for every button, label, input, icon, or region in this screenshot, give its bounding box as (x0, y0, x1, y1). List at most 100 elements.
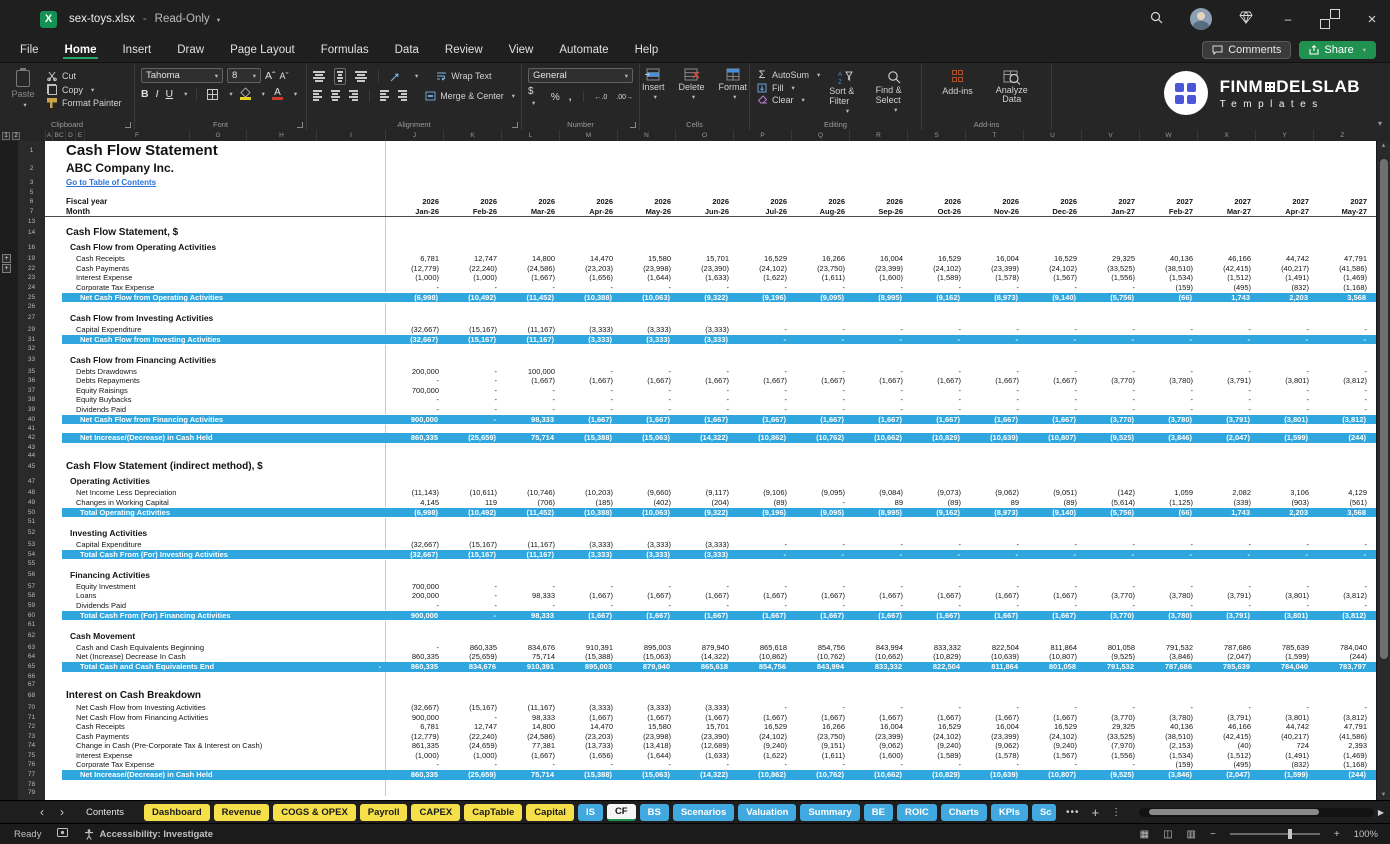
cell[interactable]: - (444, 760, 502, 770)
cell[interactable]: - (1024, 395, 1082, 405)
cell[interactable]: (3,333) (675, 334, 733, 345)
cell[interactable]: - (1140, 582, 1198, 592)
cell[interactable]: (1,589) (908, 273, 966, 283)
cell[interactable]: (561) (1314, 498, 1372, 508)
clear-button[interactable]: Clear ▾ (756, 95, 820, 105)
cell[interactable]: - (1139, 334, 1197, 345)
row-label[interactable]: Corporate Tax Expense (45, 283, 154, 292)
cell[interactable]: (1,667) (734, 591, 792, 601)
cell[interactable]: (1,556) (1082, 751, 1140, 761)
row-label[interactable]: Capital Expenditure (45, 540, 141, 549)
row-label[interactable]: Net Cash Flow from Operating Activities (45, 293, 223, 302)
row-header-72[interactable]: 72 (18, 722, 45, 732)
cell[interactable]: (15,063) (618, 652, 676, 662)
cell[interactable]: (42,415) (1198, 264, 1256, 274)
menu-view[interactable]: View (507, 41, 536, 59)
cell[interactable]: (3,791) (1197, 610, 1255, 621)
cell[interactable]: - (1081, 549, 1139, 560)
cell[interactable]: (15,063) (617, 770, 675, 781)
cell[interactable]: 784,040 (1314, 643, 1372, 653)
cell[interactable]: (9,162) (907, 507, 965, 518)
cell[interactable]: (3,791) (1198, 376, 1256, 386)
row-label[interactable]: Interest on Cash Breakdown (45, 690, 201, 701)
cell[interactable]: (11,167) (501, 549, 559, 560)
cell[interactable]: - (850, 283, 908, 293)
cell[interactable]: (9,073) (908, 488, 966, 498)
cell[interactable]: (3,333) (560, 540, 618, 550)
cell[interactable]: (11,143) (386, 488, 444, 498)
cell[interactable]: 200,000 (386, 367, 444, 377)
cell[interactable]: - (1082, 325, 1140, 335)
row-label[interactable]: Dividends Paid (45, 405, 126, 414)
column-header-Z[interactable]: Z (1313, 130, 1371, 141)
row-label[interactable]: Cash Payments (45, 732, 129, 741)
cell[interactable]: (33,525) (1082, 732, 1140, 742)
menu-insert[interactable]: Insert (120, 41, 153, 59)
cell[interactable]: (1,667) (733, 414, 791, 425)
toc-link[interactable]: Go to Table of Contents (45, 178, 156, 187)
cell[interactable]: - (849, 549, 907, 560)
cell[interactable]: - (792, 540, 850, 550)
cell[interactable]: (1,667) (733, 610, 791, 621)
cell[interactable]: 811,864 (965, 662, 1023, 673)
row-header-43[interactable]: 43 (18, 443, 45, 451)
cell[interactable]: (15,388) (559, 770, 617, 781)
cell[interactable]: - (444, 395, 502, 405)
cell[interactable]: - (850, 582, 908, 592)
row-header-51[interactable]: 51 (18, 518, 45, 526)
cell[interactable]: 89 (966, 498, 1024, 508)
cell[interactable]: (38,510) (1140, 732, 1198, 742)
cell[interactable]: (3,333) (560, 703, 618, 713)
cell[interactable]: - (1140, 395, 1198, 405)
row-header-6[interactable]: 6 (18, 196, 45, 206)
cell[interactable]: 16,529 (1024, 254, 1082, 264)
sheet-tab-payroll[interactable]: Payroll (359, 803, 408, 821)
cell[interactable]: - (1198, 703, 1256, 713)
sheet-tab-summary[interactable]: Summary (800, 803, 860, 821)
row-header-31[interactable]: 31 (18, 334, 45, 345)
cell[interactable]: (1,622) (734, 751, 792, 761)
cell[interactable]: 860,335 (386, 652, 444, 662)
cell[interactable]: 860,335 (444, 643, 502, 653)
cell[interactable]: (3,791) (1198, 713, 1256, 723)
italic-button[interactable]: I (156, 88, 159, 100)
cell[interactable]: - (676, 760, 734, 770)
cell[interactable]: - (1024, 703, 1082, 713)
cell[interactable]: (3,333) (676, 540, 734, 550)
menu-review[interactable]: Review (443, 41, 485, 59)
cell[interactable]: - (1082, 395, 1140, 405)
cell[interactable]: - (676, 582, 734, 592)
cell[interactable]: - (444, 376, 502, 386)
cell[interactable]: (11,167) (502, 703, 560, 713)
cell[interactable]: (3,770) (1082, 591, 1140, 601)
row-label[interactable]: Net Cash Flow from Financing Activities (45, 713, 208, 722)
cell[interactable]: - (850, 760, 908, 770)
cell[interactable]: (3,333) (676, 703, 734, 713)
cell[interactable]: (3,846) (1139, 770, 1197, 781)
read-only-badge[interactable]: Read-Only ▾ (155, 13, 220, 25)
cell[interactable]: (1,667) (618, 376, 676, 386)
cell[interactable]: 785,639 (1256, 643, 1314, 653)
cell[interactable]: 2027 (1082, 196, 1140, 206)
cell[interactable]: (9,151) (792, 741, 850, 751)
cell[interactable]: - (1140, 601, 1198, 611)
worksheet[interactable]: 1 Cash Flow Statement 2 ABC Company Inc. 3 Go… (0, 141, 1390, 800)
cell[interactable]: - (1256, 405, 1314, 415)
cell[interactable]: (204) (676, 498, 734, 508)
cell[interactable]: (1,633) (676, 273, 734, 283)
cell[interactable]: - (1024, 367, 1082, 377)
cell[interactable]: 2,082 (1198, 488, 1256, 498)
cell[interactable]: - (444, 713, 502, 723)
menu-file[interactable]: File (18, 41, 41, 59)
cell[interactable]: - (966, 367, 1024, 377)
cell[interactable]: 834,676 (443, 662, 501, 673)
cell[interactable]: - (792, 601, 850, 611)
cell[interactable]: (3,812) (1313, 610, 1371, 621)
sheet-tab-kpis[interactable]: KPIs (990, 803, 1028, 821)
cell[interactable]: (25,659) (443, 770, 501, 781)
row-label[interactable]: Cash and Cash Equivalents Beginning (45, 643, 204, 652)
cell[interactable]: 879,940 (676, 643, 734, 653)
row-label[interactable]: Dividends Paid (45, 601, 126, 610)
cell[interactable]: (9,525) (1081, 433, 1139, 444)
row-header-33[interactable]: 33 (18, 353, 45, 367)
